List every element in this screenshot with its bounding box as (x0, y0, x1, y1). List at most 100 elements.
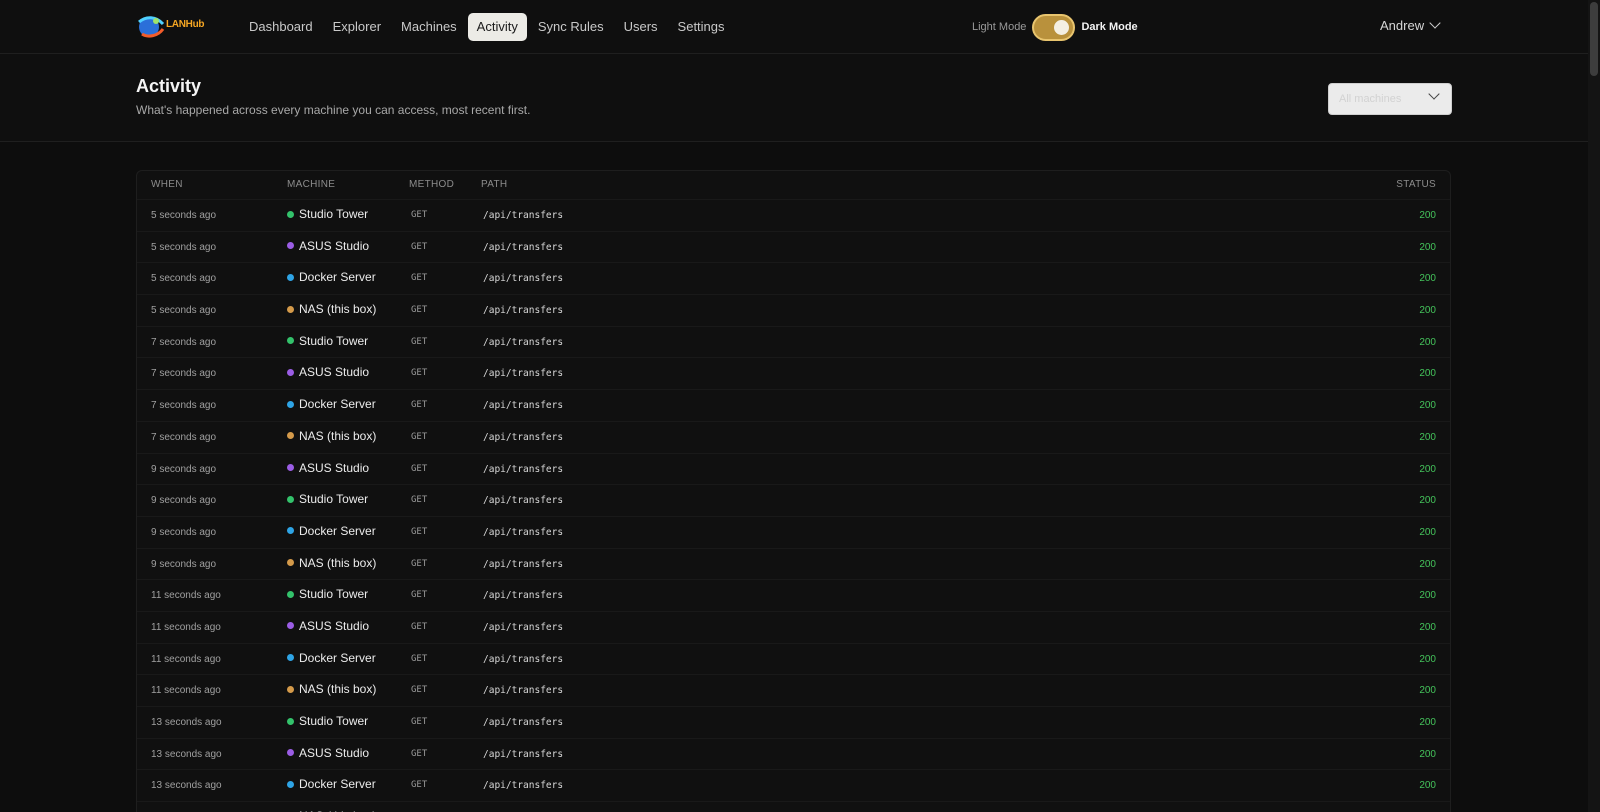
table-row[interactable]: 5 seconds ago Studio Tower GET/api/transfe… (137, 199, 1450, 231)
table-row[interactable]: 7 seconds ago NAS (this box) GET/api/trans… (137, 420, 1450, 453)
row-status: 200 (1419, 558, 1436, 570)
row-status: 200 (1419, 400, 1436, 412)
machine-name: NAS (this box) (299, 682, 377, 697)
table-row[interactable]: 9 seconds ago NAS (this box) GET/api/trans… (137, 547, 1450, 580)
row-method: GET (411, 526, 428, 537)
row-status: 200 (1419, 590, 1436, 602)
machine-status-dot (287, 590, 294, 598)
user-menu[interactable]: Andrew (1380, 17, 1441, 33)
nav-item-users[interactable]: Users (615, 13, 667, 41)
machine-status-dot (287, 337, 294, 345)
nav-item-dashboard[interactable]: Dashboard (240, 13, 322, 41)
row-machine: NAS (this box) (287, 556, 376, 570)
table-row[interactable]: 11 seconds ago NAS (this box) GET/api/tran… (137, 674, 1450, 706)
table-row[interactable]: 13 seconds ago Docker Server GET/api/trans… (137, 769, 1450, 801)
toggle-knob (1054, 19, 1070, 35)
row-method: GET (411, 305, 428, 316)
table-row[interactable]: 11 seconds ago Docker Server GET/api/trans… (137, 642, 1450, 675)
row-when: 11 seconds ago (151, 590, 221, 602)
row-when: 9 seconds ago (151, 526, 217, 538)
chevron-down-icon (1429, 17, 1441, 29)
table-row[interactable]: 5 seconds ago ASUS Studio GET/api/transfer… (137, 230, 1450, 263)
nav-item-activity[interactable]: Activity (467, 13, 527, 41)
row-method: GET (411, 780, 428, 791)
theme-mode-switch: Light Mode Dark Mode (972, 13, 1138, 41)
row-path: /api/transfers (483, 526, 564, 538)
scrollbar-thumb[interactable] (1590, 2, 1598, 76)
machine-status-dot (287, 242, 294, 250)
machine-name: ASUS Studio (299, 365, 370, 380)
row-path: /api/transfers (483, 431, 564, 443)
row-status: 200 (1419, 780, 1436, 792)
table-row[interactable]: 13 seconds ago ASUS Studio GET/api/transfe… (137, 737, 1450, 770)
table-row[interactable]: 9 seconds ago Docker Server GET/api/transf… (137, 515, 1450, 548)
row-status: 200 (1419, 526, 1436, 538)
machine-name: Studio Tower (299, 587, 369, 602)
nav-item-explorer[interactable]: Explorer (324, 13, 390, 41)
theme-toggle[interactable] (1032, 13, 1076, 41)
lanhub-logo[interactable]: LANHub (136, 12, 206, 40)
nav-item-machines[interactable]: Machines (392, 13, 466, 41)
row-when: 7 seconds ago (151, 336, 217, 348)
table-row[interactable]: 7 seconds ago Docker Server GET/api/transf… (137, 389, 1450, 421)
row-path: /api/transfers (483, 780, 564, 792)
machine-status-dot (287, 210, 294, 218)
table-row[interactable]: 7 seconds ago ASUS Studio GET/api/transfer… (137, 357, 1450, 389)
row-status: 200 (1419, 210, 1436, 221)
row-path: /api/transfers (483, 305, 564, 317)
row-method: GET (411, 717, 428, 727)
row-machine: Docker Server (287, 270, 376, 284)
table-row[interactable]: 7 seconds ago Studio Tower GET/api/transfe… (137, 325, 1450, 358)
row-machine: Studio Tower (287, 207, 368, 221)
row-machine: NAS (this box) (287, 302, 376, 316)
table-row[interactable]: 11 seconds ago ASUS Studio GET/api/transfe… (137, 610, 1450, 643)
nav-item-sync-rules[interactable]: Sync Rules (529, 13, 613, 41)
row-path: /api/transfers (483, 336, 564, 348)
column-header-when: WHEN (151, 179, 183, 190)
table-row[interactable]: 11 seconds ago Studio Tower GET/api/transf… (137, 579, 1450, 611)
machine-status-dot (287, 654, 294, 662)
page-scrollbar[interactable] (1588, 0, 1600, 812)
machine-status-dot (287, 685, 294, 693)
row-machine: Studio Tower (287, 714, 368, 728)
main-nav: Dashboard Explorer Machines Activity Sync Ru… (240, 13, 736, 41)
machine-name: ASUS Studio (299, 745, 370, 760)
row-machine: Docker Server (287, 651, 376, 665)
table-row[interactable]: 13 seconds ago Studio Tower GET/api/transf… (137, 706, 1450, 738)
machine-name: ASUS Studio (299, 238, 370, 253)
row-path: /api/transfers (483, 621, 564, 633)
row-when: 5 seconds ago (151, 305, 217, 317)
machine-name: Docker Server (299, 397, 376, 412)
nav-item-settings[interactable]: Settings (669, 13, 734, 41)
row-when: 5 seconds ago (151, 241, 217, 253)
column-header-path: PATH (481, 179, 508, 190)
dark-mode-label[interactable]: Dark Mode (1081, 21, 1137, 33)
row-path: /api/transfers (483, 400, 564, 412)
machine-filter-select[interactable]: All machines (1328, 83, 1452, 115)
row-path: /api/transfers (483, 653, 564, 665)
row-method: GET (411, 748, 428, 759)
column-header-method: METHOD (409, 179, 455, 190)
machine-name: Studio Tower (299, 492, 369, 507)
row-status: 200 (1419, 305, 1436, 317)
machine-status-dot (287, 780, 294, 788)
machine-status-dot (287, 400, 294, 408)
row-path: /api/transfers (483, 241, 564, 253)
light-mode-label[interactable]: Light Mode (972, 21, 1026, 33)
machine-name: Docker Server (299, 777, 376, 792)
row-path: /api/transfers (483, 558, 564, 570)
table-row[interactable]: 5 seconds ago Docker Server GET/api/transf… (137, 262, 1450, 294)
row-method: GET (411, 653, 428, 664)
row-machine: ASUS Studio (287, 365, 369, 379)
table-row[interactable]: 9 seconds ago ASUS Studio GET/api/transfer… (137, 452, 1450, 485)
row-path: /api/transfers (483, 273, 564, 285)
row-status: 200 (1419, 495, 1436, 507)
table-header: WHEN MACHINE METHOD PATH STATUS (137, 171, 1450, 199)
table-row[interactable]: 5 seconds ago NAS (this box) GET/api/trans… (137, 294, 1450, 326)
row-method: GET (411, 241, 428, 252)
table-row[interactable]: 13 seconds agoNAS (this box)GET/api/tran… (137, 801, 1450, 812)
table-row[interactable]: 9 seconds ago Studio Tower GET/api/transfe… (137, 484, 1450, 516)
row-path: /api/transfers (483, 463, 564, 475)
row-when: 5 seconds ago (151, 210, 217, 221)
row-status: 200 (1419, 748, 1436, 760)
